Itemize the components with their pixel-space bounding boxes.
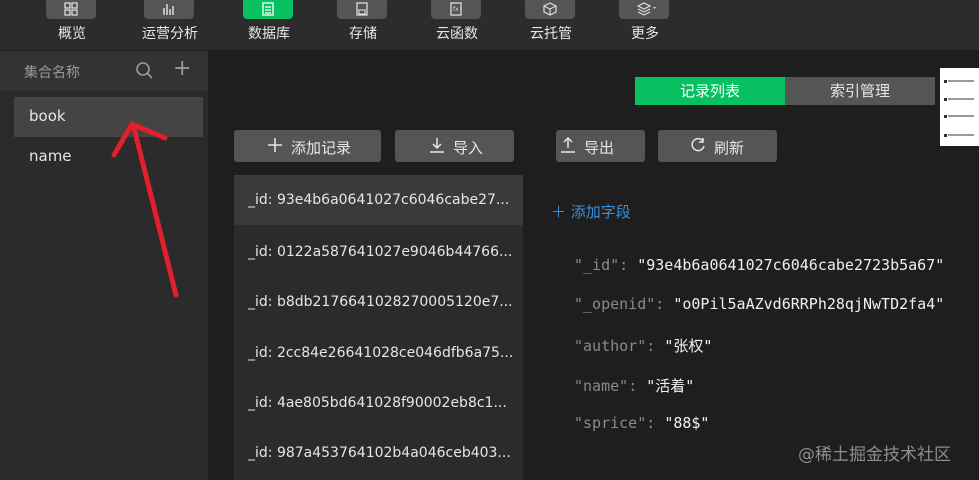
button-label: 添加记录 bbox=[291, 139, 352, 157]
tab-records[interactable]: 记录列表 bbox=[635, 77, 785, 105]
record-row[interactable]: _id: 987a453764102b4a046ceb403... bbox=[234, 428, 523, 478]
field-value: "88$" bbox=[664, 414, 710, 432]
field-key: "author" bbox=[574, 337, 647, 355]
download-icon bbox=[429, 137, 445, 157]
record-row[interactable]: _id: b8db2176641028270005120e7... bbox=[234, 277, 523, 327]
layers-icon bbox=[619, 0, 669, 19]
field-row[interactable]: "_id": "93e4b6a0641027c6046cabe2723b5a67… bbox=[574, 256, 944, 274]
add-record-button[interactable]: 添加记录 bbox=[234, 130, 381, 162]
plus-icon: ＋ bbox=[551, 203, 567, 221]
cube-icon bbox=[525, 0, 575, 19]
function-icon: fx bbox=[431, 0, 481, 19]
record-id: _id: 93e4b6a0641027c6046cabe27... bbox=[248, 192, 510, 208]
field-row[interactable]: "sprice": "88$" bbox=[574, 414, 709, 432]
top-toolbar: 概览 运营分析 数据库 存储 fx 云函数 云托管 更多 bbox=[0, 0, 979, 51]
add-collection-icon[interactable]: + bbox=[173, 58, 191, 80]
field-key: "_openid" bbox=[574, 295, 656, 313]
sidebar-header: 集合名称 + bbox=[0, 51, 208, 91]
refresh-button[interactable]: 刷新 bbox=[658, 130, 777, 162]
button-label: 导出 bbox=[584, 139, 615, 157]
sidebar-title: 集合名称 bbox=[24, 65, 80, 81]
record-list: _id: 93e4b6a0641027c6046cabe27... _id: 0… bbox=[234, 175, 523, 480]
record-id: _id: 987a453764102b4a046ceb403... bbox=[248, 445, 511, 461]
save-icon bbox=[337, 0, 387, 19]
button-label: 导入 bbox=[453, 139, 484, 157]
record-id: _id: 4ae805bd641028f90002eb8c1... bbox=[248, 395, 507, 411]
export-button[interactable]: 导出 bbox=[556, 130, 645, 162]
record-row[interactable]: _id: 0122a587641027e9046b44766... bbox=[234, 227, 523, 277]
field-key: "name" bbox=[574, 377, 629, 395]
watermark: @稀土掘金技术社区 bbox=[798, 445, 951, 465]
field-key: "_id" bbox=[574, 256, 620, 274]
preview-thumbnail bbox=[940, 68, 979, 146]
tool-more[interactable]: 更多 bbox=[610, 0, 680, 50]
tool-cloud-hosting[interactable]: 云托管 bbox=[516, 0, 586, 50]
upload-icon bbox=[560, 136, 576, 157]
record-detail: ＋ 添加字段 "_id": "93e4b6a0641027c6046cabe27… bbox=[523, 175, 979, 480]
grid-icon bbox=[46, 0, 96, 19]
record-id: _id: b8db2176641028270005120e7... bbox=[248, 294, 513, 310]
search-icon[interactable] bbox=[135, 61, 155, 81]
add-field-label: 添加字段 bbox=[570, 203, 631, 221]
field-value: "o0Pil5aAZvd6RRPh28qjNwTD2fa4" bbox=[673, 295, 945, 313]
import-button[interactable]: 导入 bbox=[395, 130, 514, 162]
field-value: "93e4b6a0641027c6046cabe2723b5a67" bbox=[637, 256, 945, 274]
record-row[interactable]: _id: 4ae805bd641028f90002eb8c1... bbox=[234, 378, 523, 428]
tool-storage[interactable]: 存储 bbox=[328, 0, 398, 50]
svg-text:fx: fx bbox=[453, 6, 459, 13]
tool-label: 更多 bbox=[631, 26, 659, 42]
add-field-link[interactable]: ＋ 添加字段 bbox=[551, 201, 631, 222]
record-id: _id: 0122a587641027e9046b44766... bbox=[248, 244, 513, 260]
tool-label: 云托管 bbox=[530, 26, 572, 42]
bar-chart-icon bbox=[144, 0, 194, 19]
red-arrow-annotation bbox=[111, 121, 179, 298]
collection-label: name bbox=[29, 147, 72, 165]
tool-database[interactable]: 数据库 bbox=[234, 0, 304, 50]
tool-label: 概览 bbox=[58, 26, 86, 42]
tool-analytics[interactable]: 运营分析 bbox=[135, 0, 205, 50]
record-row[interactable]: _id: 93e4b6a0641027c6046cabe27... bbox=[234, 175, 523, 225]
main-panel: 记录列表 索引管理 添加记录 导入 导出 刷新 _id: 93e4b6a0641… bbox=[209, 51, 979, 480]
record-row[interactable]: _id: 2cc84e26641028ce046dfb6a75... bbox=[234, 328, 523, 378]
field-row[interactable]: "name": "活着" bbox=[574, 375, 694, 396]
tab-indexes[interactable]: 索引管理 bbox=[785, 77, 935, 105]
tool-label: 数据库 bbox=[248, 26, 290, 42]
tool-functions[interactable]: fx 云函数 bbox=[422, 0, 492, 50]
database-icon bbox=[243, 0, 293, 19]
field-row[interactable]: "_openid": "o0Pil5aAZvd6RRPh28qjNwTD2fa4… bbox=[574, 295, 944, 313]
tool-label: 存储 bbox=[349, 26, 377, 42]
tool-label: 云函数 bbox=[436, 26, 478, 42]
tool-overview[interactable]: 概览 bbox=[37, 0, 107, 50]
record-id: _id: 2cc84e26641028ce046dfb6a75... bbox=[248, 345, 514, 361]
button-label: 刷新 bbox=[714, 139, 745, 157]
collection-label: book bbox=[29, 107, 66, 125]
field-value: "张权" bbox=[664, 337, 713, 355]
field-row[interactable]: "author": "张权" bbox=[574, 335, 712, 356]
field-value: "活着" bbox=[646, 377, 695, 395]
plus-icon bbox=[267, 137, 283, 157]
tool-label: 运营分析 bbox=[142, 26, 198, 42]
field-key: "sprice" bbox=[574, 414, 647, 432]
refresh-icon bbox=[690, 137, 706, 157]
